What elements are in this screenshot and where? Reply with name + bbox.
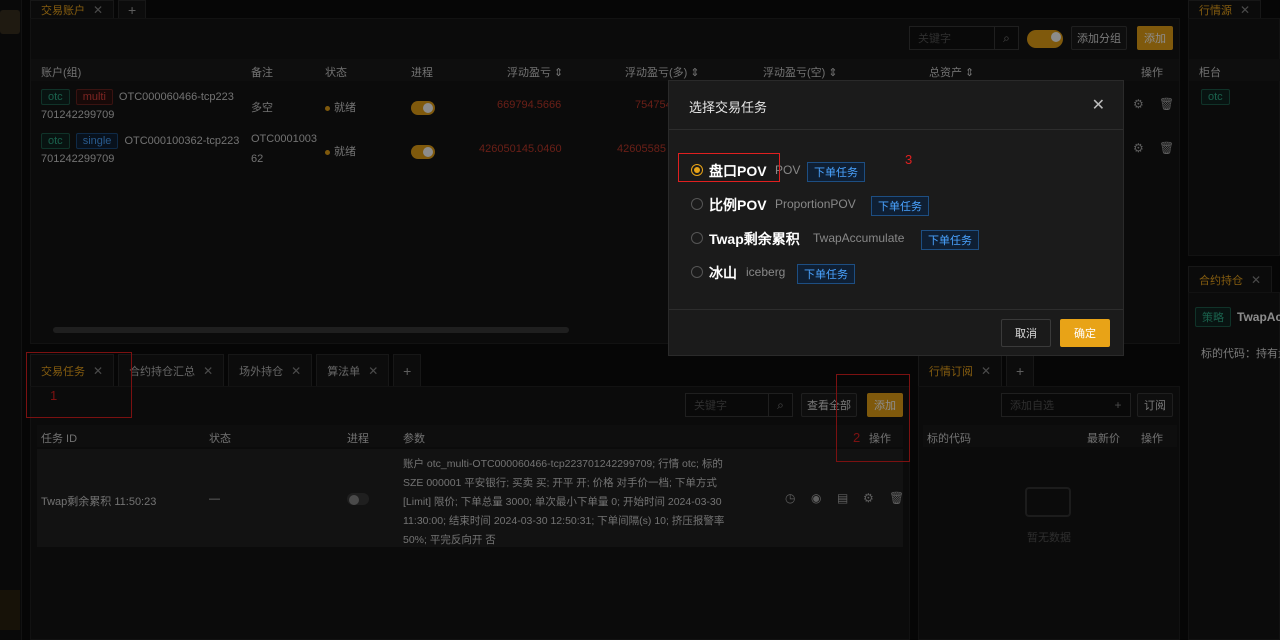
order-task-badge: 下单任务 <box>921 230 979 250</box>
confirm-label: 确定 <box>1074 328 1096 340</box>
close-icon[interactable]: ✕ <box>1092 95 1105 115</box>
order-task-badge: 下单任务 <box>797 264 855 284</box>
annotation-box-3 <box>678 153 780 182</box>
option-name-twap-accumulate[interactable]: Twap剩余累积 <box>709 229 800 249</box>
order-task-badge: 下单任务 <box>807 162 865 182</box>
confirm-button[interactable]: 确定 <box>1060 319 1110 347</box>
order-task-badge: 下单任务 <box>871 196 929 216</box>
option-name-proportion-pov[interactable]: 比例POV <box>709 195 767 215</box>
select-task-dialog: 选择交易任务 ✕ 盘口POV POV 下单任务 比例POV Proportion… <box>668 80 1124 356</box>
annotation-label-3: 3 <box>905 152 913 167</box>
option-en-twap-accumulate: TwapAccumulate <box>813 231 905 245</box>
radio-proportion-pov[interactable] <box>691 198 703 210</box>
option-name-iceberg[interactable]: 冰山 <box>709 263 737 283</box>
option-en-iceberg: iceberg <box>746 265 786 279</box>
divider <box>669 309 1123 310</box>
radio-iceberg[interactable] <box>691 266 703 278</box>
cancel-label: 取消 <box>1015 328 1037 340</box>
divider <box>669 129 1123 130</box>
cancel-button[interactable]: 取消 <box>1001 319 1051 347</box>
option-en-proportion-pov: ProportionPOV <box>775 197 856 211</box>
dialog-title: 选择交易任务 <box>689 100 768 115</box>
radio-twap-accumulate[interactable] <box>691 232 703 244</box>
